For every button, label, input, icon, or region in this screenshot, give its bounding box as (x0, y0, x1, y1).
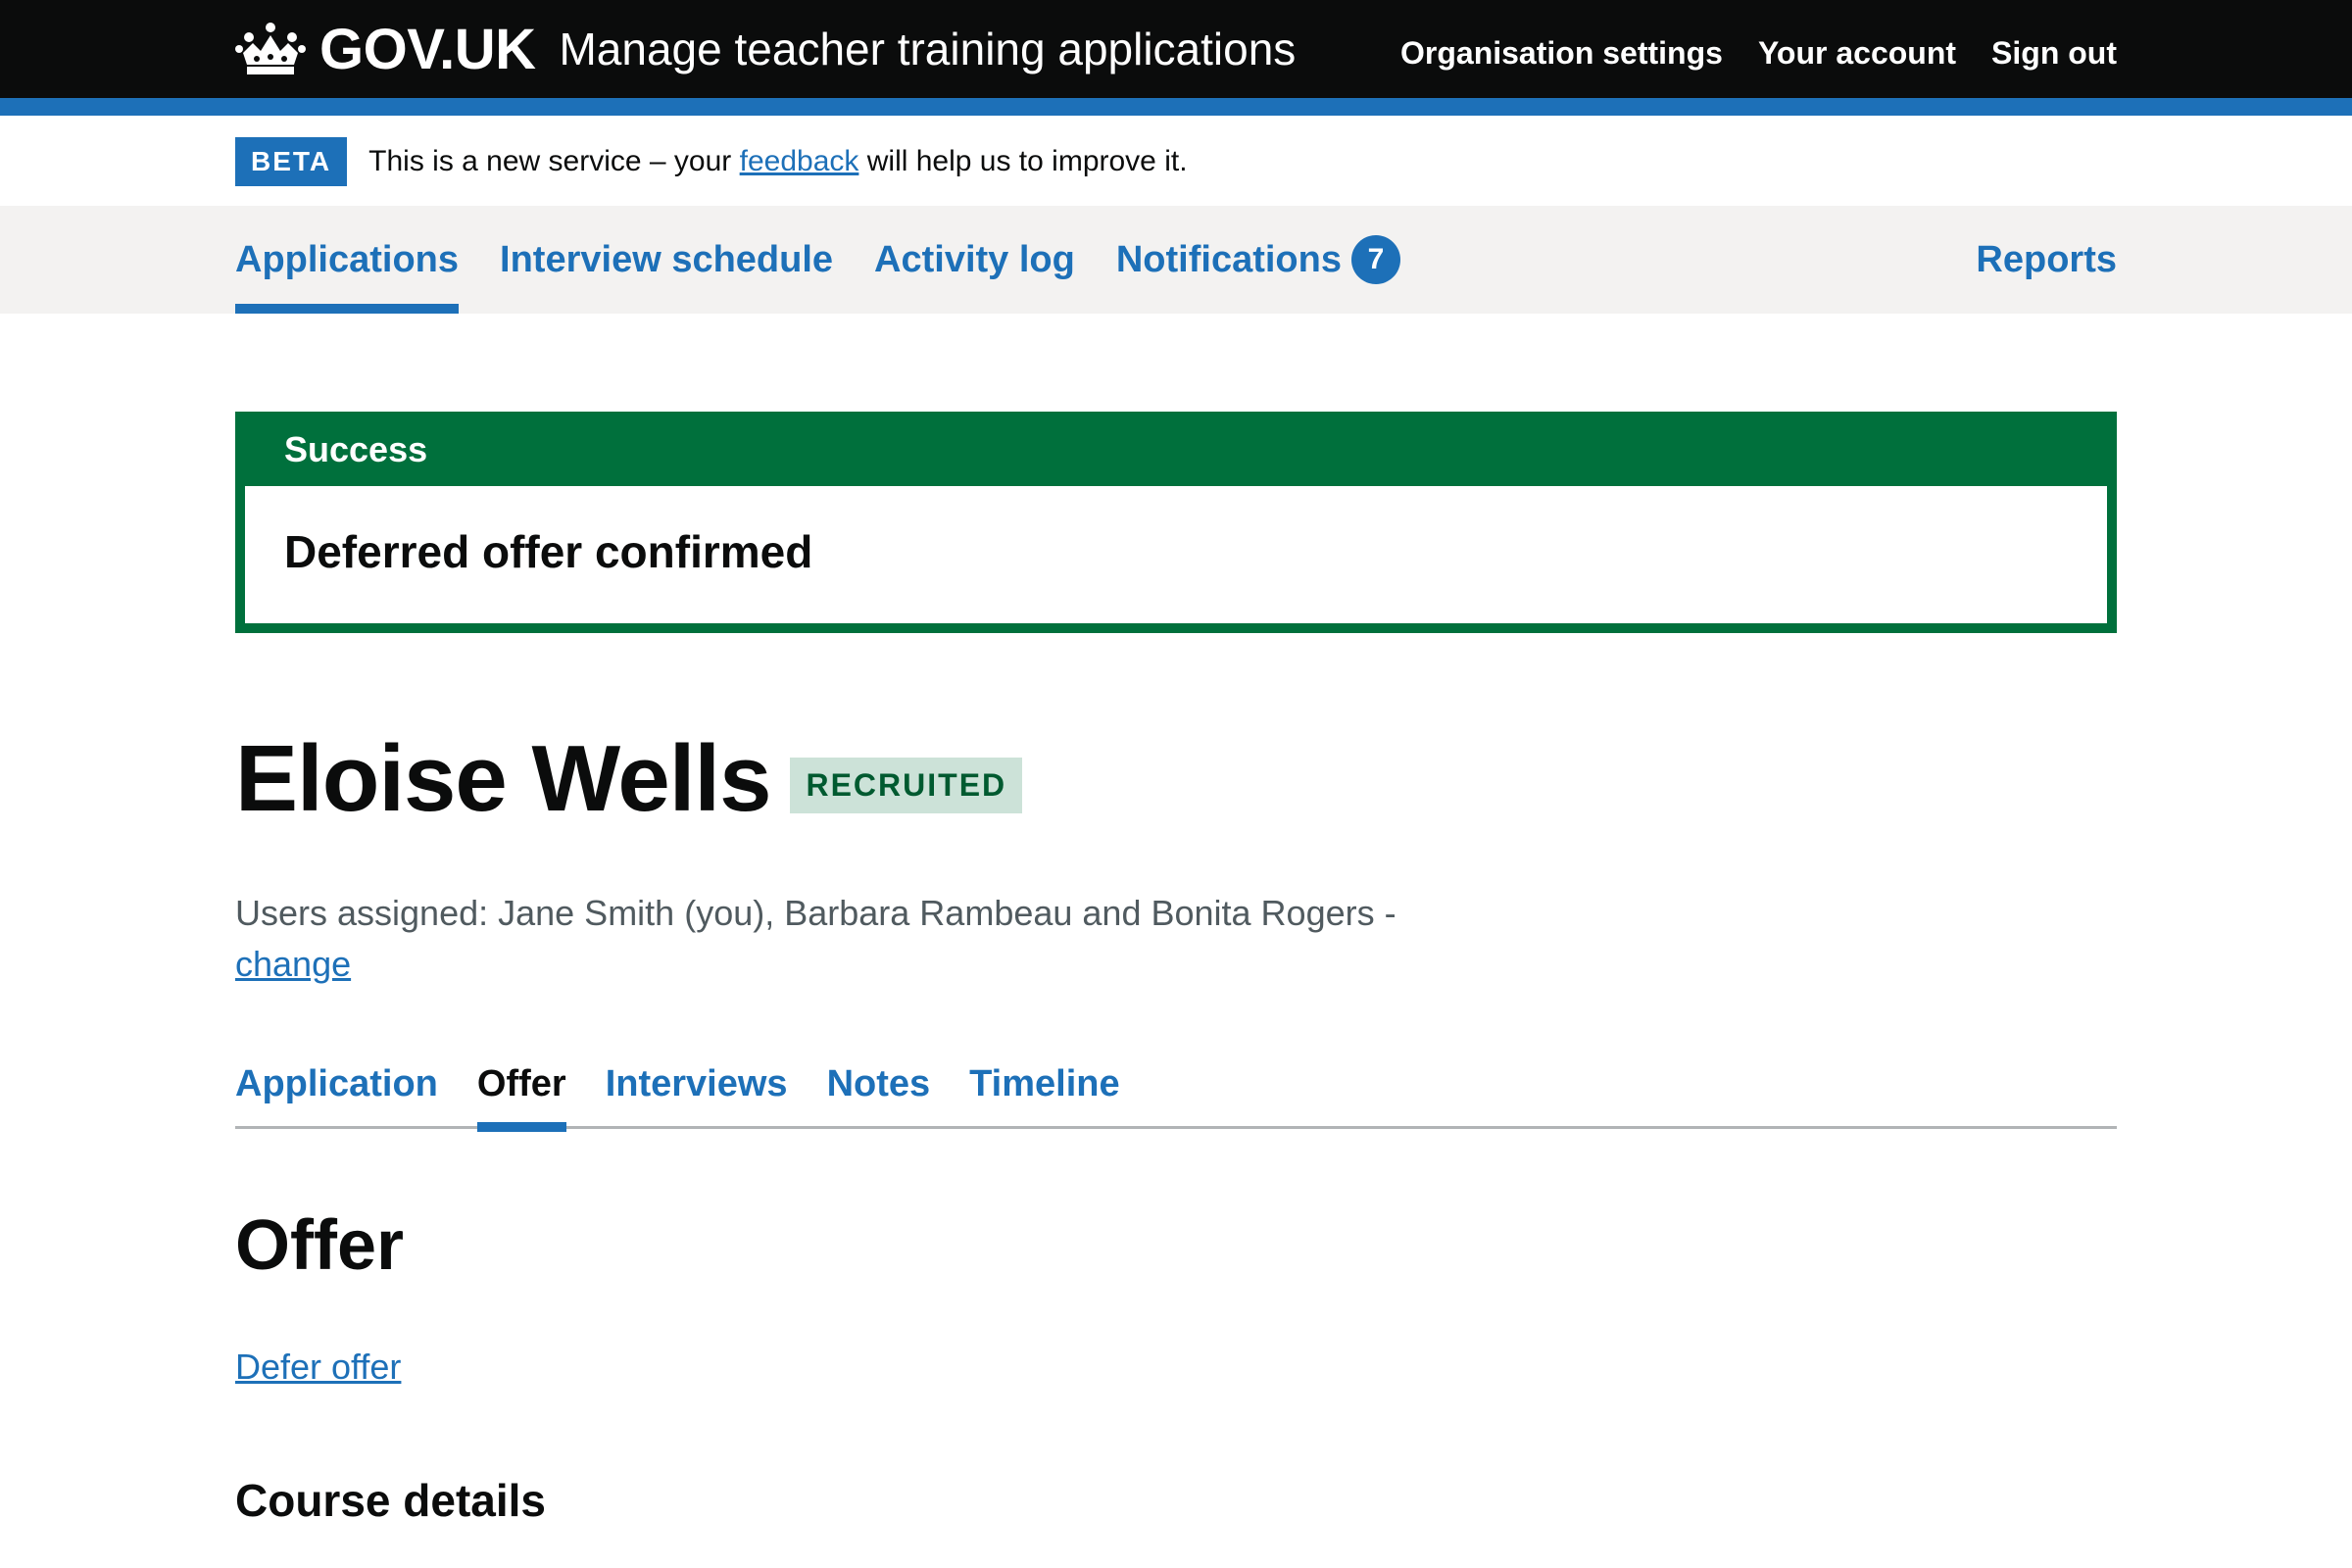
sign-out-link[interactable]: Sign out (1991, 35, 2117, 72)
candidate-name: Eloise Wells (235, 726, 771, 831)
nav-notifications[interactable]: Notifications 7 (1116, 206, 1400, 314)
tab-timeline[interactable]: Timeline (969, 1039, 1119, 1129)
offer-heading: Offer (235, 1206, 405, 1285)
tab-offer[interactable]: Offer (476, 1039, 566, 1132)
nav-activity-log[interactable]: Activity log (874, 206, 1075, 314)
beta-text: This is a new service – your feedback wi… (368, 145, 1187, 178)
tab-application[interactable]: Application (235, 1039, 438, 1129)
beta-tag: BETA (235, 137, 348, 186)
beta-text-after: will help us to improve it. (858, 145, 1188, 177)
crown-icon (235, 23, 306, 74)
govuk-logo-link[interactable]: GOV.UK Manage teacher training applicati… (235, 14, 1296, 84)
success-title: Success (284, 429, 428, 469)
beta-text-before: This is a new service – your (368, 145, 740, 177)
organisation-settings-link[interactable]: Organisation settings (1400, 35, 1723, 72)
status-tag: RECRUITED (790, 757, 1023, 813)
candidate-header: Eloise Wells RECRUITED (235, 725, 1023, 833)
success-banner-body: Deferred offer confirmed (245, 486, 2107, 623)
tab-interviews[interactable]: Interviews (606, 1039, 788, 1129)
users-assigned-text: Users assigned: Jane Smith (you), Barbar… (235, 893, 1396, 933)
primary-navigation: Applications Interview schedule Activity… (0, 206, 2352, 314)
feedback-link[interactable]: feedback (740, 145, 859, 177)
notifications-count-badge: 7 (1350, 235, 1400, 284)
header-blue-bar (0, 98, 2352, 116)
logo-text: GOV.UK (319, 17, 536, 81)
success-heading: Deferred offer confirmed (284, 526, 813, 577)
application-sub-nav: Application Offer Interviews Notes Timel… (235, 1039, 2117, 1132)
nav-notifications-label: Notifications (1115, 238, 1342, 280)
nav-reports[interactable]: Reports (1976, 206, 2117, 314)
your-account-link[interactable]: Your account (1758, 35, 1956, 72)
nav-applications[interactable]: Applications (235, 206, 460, 314)
nav-interview-schedule[interactable]: Interview schedule (500, 206, 833, 314)
users-assigned: Users assigned: Jane Smith (you), Barbar… (235, 888, 1509, 990)
defer-offer-link[interactable]: Defer offer (235, 1347, 401, 1388)
change-assigned-users-link[interactable]: change (235, 944, 351, 984)
service-name[interactable]: Manage teacher training applications (559, 23, 1296, 75)
site-header: GOV.UK Manage teacher training applicati… (0, 0, 2352, 98)
tab-notes[interactable]: Notes (827, 1039, 931, 1129)
header-nav: Organisation settings Your account Sign … (1400, 35, 2117, 72)
success-banner: Success Deferred offer confirmed (235, 412, 2117, 633)
course-details-heading: Course details (235, 1475, 546, 1526)
phase-banner: BETA This is a new service – your feedba… (235, 137, 1188, 186)
